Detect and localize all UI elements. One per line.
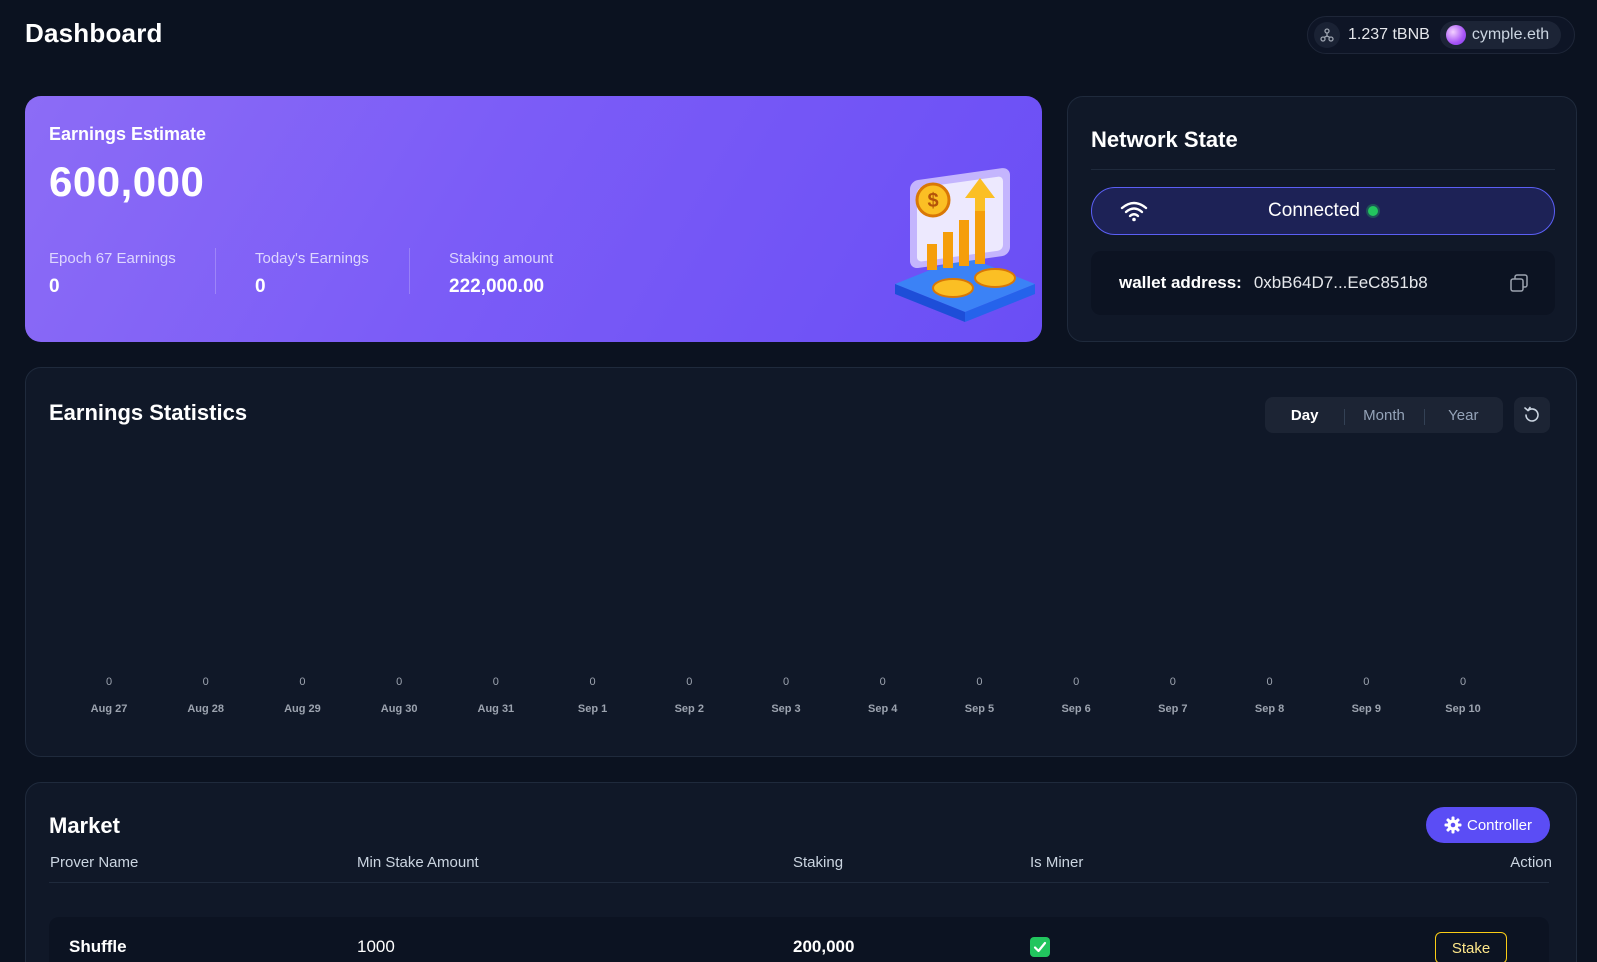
controller-label: Controller [1466,816,1533,834]
chart-data-label: 0 [396,676,402,688]
balance-text: 1.237 tBNB [1348,26,1430,43]
column-header-staking: Staking [793,854,844,871]
stat-staking-amount: Staking amount 222,000.00 [449,250,553,298]
stat-value: 222,000.00 [449,276,545,297]
earnings-statistics-card: Earnings Statistics Day Month Year 0 Aug … [25,367,1577,757]
svg-text:$: $ [927,190,938,212]
chart-tick-label: Sep 8 [1255,703,1284,715]
stat-label: Epoch 67 Earnings [49,250,176,267]
column-header-prover-name: Prover Name [50,854,139,871]
market-card: Market Controller Prover Name Min Stake … [25,782,1577,962]
chart-tick-label: Aug 29 [284,703,321,715]
network-icon [1314,22,1340,48]
chart-data-label: 0 [1460,676,1466,688]
chart-data-label: 0 [880,676,886,688]
divider [1091,169,1555,170]
chart-tick-label: Aug 31 [478,703,515,715]
chart-data-label: 0 [1267,676,1273,688]
stat-value: 0 [255,276,266,297]
top-bar: Dashboard 1.237 tBNB cymple.eth [0,0,1597,70]
staking-cell: 200,000 [793,937,855,956]
stat-label: Staking amount [449,250,554,267]
stat-divider [409,248,410,294]
market-title: Market [49,813,120,838]
growth-chart-coins-illustration: $ [895,168,1035,322]
chart-data-label: 0 [1073,676,1079,688]
chart-tick-label: Sep 6 [1061,703,1090,715]
divider [49,882,1549,883]
chart-tick-label: Sep 4 [868,703,898,715]
column-header-action: Action [1510,854,1552,871]
chart-tick-label: Sep 9 [1352,703,1381,715]
column-header-min-stake: Min Stake Amount [357,854,479,871]
chart-tick-label: Sep 7 [1158,703,1187,715]
chart-tick-label: Sep 1 [578,703,607,715]
chart-data-label: 0 [976,676,982,688]
chart-data-label: 0 [590,676,596,688]
chart-data-label: 0 [686,676,692,688]
network-state-card: Network State Connected wallet address: … [1067,96,1577,342]
chart-data-label: 0 [493,676,499,688]
wallet-pill[interactable]: 1.237 tBNB cymple.eth [1307,16,1575,54]
page-title: Dashboard [25,18,163,48]
wallet-address-box: wallet address: 0xbB64D7...EeC851b8 [1091,251,1555,315]
copy-icon[interactable] [1509,273,1529,293]
chart-data-label: 0 [1170,676,1176,688]
wallet-address-value: 0xbB64D7...EeC851b8 [1253,273,1428,292]
stat-today-earnings: Today's Earnings 0 [255,250,369,298]
stat-epoch-earnings: Epoch 67 Earnings 0 [49,250,176,298]
chart-tick-label: Sep 5 [965,703,994,715]
chart-tick-label: Sep 3 [771,703,800,715]
check-icon [1030,937,1050,957]
controller-button[interactable]: Controller [1426,807,1550,843]
table-row: Shuffle 1000 200,000 Stake [49,917,1549,962]
avatar [1445,25,1466,45]
earnings-estimate-card: Earnings Estimate 600,000 Epoch 67 Earni… [25,96,1042,342]
connected-button[interactable]: Connected [1091,187,1555,235]
chart-tick-label: Aug 30 [381,703,418,715]
chart-data-label: 0 [203,676,209,688]
chart-tick-label: Sep 10 [1445,703,1480,715]
stat-divider [215,248,216,294]
chart-tick-label: Aug 27 [91,703,128,715]
earnings-total: 600,000 [49,158,205,205]
account-button[interactable]: cymple.eth [1439,21,1562,49]
prover-name-cell: Shuffle [69,937,127,956]
chart-tick-label: Sep 2 [675,703,704,715]
chart-tick-label: Aug 28 [187,703,224,715]
connected-label: Connected [1268,200,1360,221]
stake-button[interactable]: Stake [1435,932,1507,962]
chart-data-label: 0 [299,676,305,688]
chart-data-label: 0 [783,676,789,688]
column-header-is-miner: Is Miner [1030,854,1084,871]
earnings-chart: 0 Aug 27 0 Aug 28 0 Aug 29 0 Aug 30 0 Aug 31 0 Sep … [91,676,1481,715]
stat-label: Today's Earnings [255,250,369,267]
gear-icon [1444,816,1462,834]
wifi-icon [1120,201,1148,222]
stat-value: 0 [49,276,60,297]
account-name: cymple.eth [1471,26,1550,43]
wallet-address-label: wallet address: [1119,273,1242,292]
status-dot [1367,206,1378,216]
chart-data-label: 0 [106,676,112,688]
chart-data-label: 0 [1363,676,1369,688]
min-stake-cell: 1000 [357,937,395,956]
network-title: Network State [1091,127,1238,152]
earnings-title: Earnings Estimate [49,124,207,144]
